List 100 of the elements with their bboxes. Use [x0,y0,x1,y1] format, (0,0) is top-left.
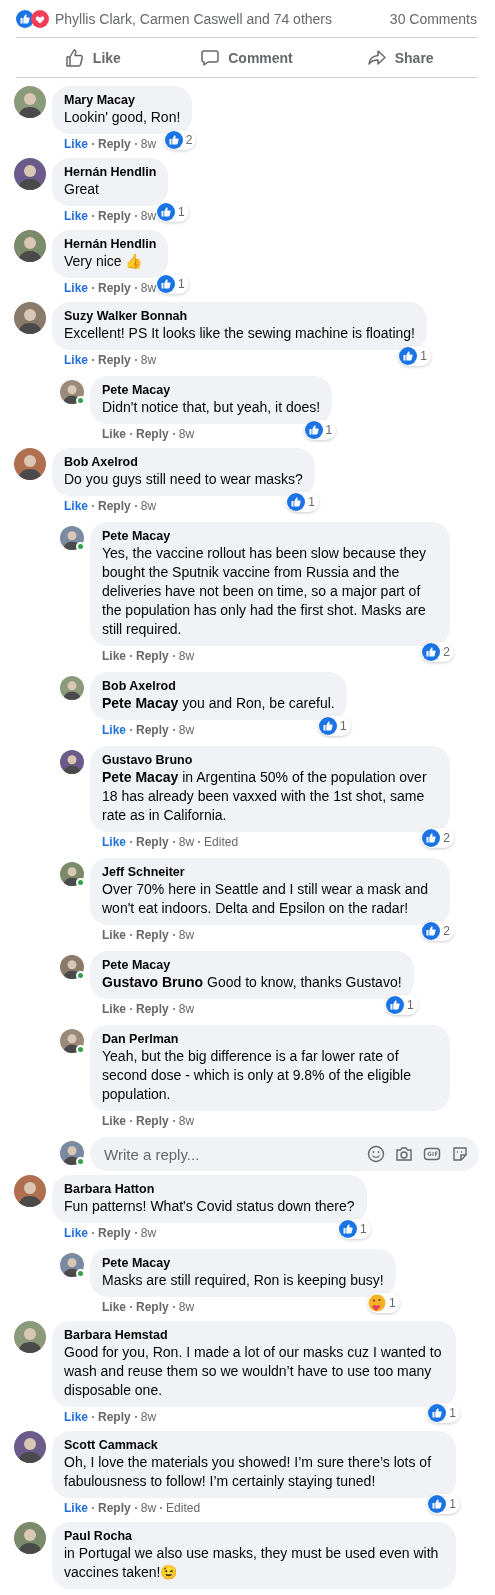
timestamp[interactable]: 8w [140,1410,157,1424]
comment-text: Pete Macay you and Ron, be careful. [102,694,335,713]
camera-icon[interactable] [395,1145,413,1163]
reply-link[interactable]: Reply [98,1501,131,1515]
reply-field[interactable]: Write a reply... [102,1144,357,1164]
author-name[interactable]: Barbara Hemstad [64,1327,444,1343]
like-action-button[interactable]: Like [16,38,170,77]
like-link[interactable]: Like [64,499,88,513]
reaction-count[interactable]: 1 [156,274,189,294]
reply-link[interactable]: Reply [98,137,131,151]
reaction-count[interactable]: 1 [398,346,431,366]
reply-link[interactable]: Reply [136,723,169,737]
timestamp[interactable]: 8w [178,1300,195,1314]
author-name[interactable]: Pete Macay [102,382,321,398]
emoji-icon[interactable] [367,1145,385,1163]
like-link[interactable]: Like [64,1226,88,1240]
timestamp[interactable]: 8w [178,928,195,942]
edited-label: Edited [204,835,239,849]
comment-text: Fun patterns! What's Covid status down there? [64,1197,355,1216]
author-name[interactable]: Bob Axelrod [64,454,303,470]
timestamp[interactable]: 8w [140,137,157,151]
author-name[interactable]: Pete Macay [102,528,438,544]
reaction-count[interactable]: 2 [421,828,454,848]
reaction-count[interactable]: 1 [427,1494,460,1514]
like-link[interactable]: Like [102,835,126,849]
comments-count[interactable]: 30 Comments [389,10,477,27]
reply-composer[interactable]: Write a reply... [90,1137,479,1171]
reaction-count[interactable]: 1 [286,492,319,512]
reaction-count[interactable]: 1 [367,1293,400,1313]
reaction-count[interactable]: 1 [337,1219,371,1239]
author-name[interactable]: Jeff Schneiter [102,864,438,880]
reaction-count[interactable]: 1 [427,1403,460,1423]
reaction-count[interactable]: 1 [303,420,337,440]
timestamp[interactable]: 8w [140,1501,157,1515]
like-link[interactable]: Like [102,723,126,737]
reply-link[interactable]: Reply [136,1300,169,1314]
reply-link[interactable]: Reply [136,427,169,441]
reply-link[interactable]: Reply [98,1410,131,1424]
author-name[interactable]: Hernán Hendlin [64,164,157,180]
reply-link[interactable]: Reply [98,1226,131,1240]
reaction-count[interactable]: 2 [421,642,454,662]
online-dot [76,1045,85,1054]
author-name[interactable]: Mary Macay [64,92,181,108]
timestamp[interactable]: 8w [140,1226,157,1240]
comment-action-button[interactable]: Comment [169,38,324,77]
like-link[interactable]: Like [102,1002,126,1016]
reply-link[interactable]: Reply [98,281,131,295]
like-link[interactable]: Like [64,281,88,295]
like-link[interactable]: Like [64,209,88,223]
like-icon [338,1220,357,1238]
timestamp[interactable]: 8w [178,1002,195,1016]
author-name[interactable]: Hernán Hendlin [64,236,157,252]
reactors-names[interactable]: Phyllis Clark, Carmen Caswell and 74 others [55,10,390,27]
reply-link[interactable]: Reply [136,1114,169,1128]
author-name[interactable]: Paul Rocha [64,1528,444,1544]
reaction-count[interactable]: 2 [421,921,454,941]
like-link[interactable]: Like [102,1300,126,1314]
like-link[interactable]: Like [102,928,126,942]
timestamp[interactable]: 8w [140,499,157,513]
like-link[interactable]: Like [64,1501,88,1515]
reply-link[interactable]: Reply [136,649,169,663]
like-link[interactable]: Like [64,137,88,151]
comment-text: Great [64,180,100,199]
like-link[interactable]: Like [64,353,88,367]
speech-bubble-icon [200,47,221,68]
reaction-count[interactable]: 2 [163,130,197,150]
author-name[interactable]: Pete Macay [102,1255,384,1271]
timestamp[interactable]: 8w [178,427,195,441]
comment-text: Gustavo Bruno Good to know, thanks Gustavo! [102,973,402,992]
like-link[interactable]: Like [102,427,126,441]
timestamp[interactable]: 8w [140,281,157,295]
gif-icon[interactable] [423,1145,441,1163]
like-link[interactable]: Like [102,649,126,663]
share-action-button[interactable]: Share [323,38,477,77]
timestamp[interactable]: 8w [140,353,157,367]
author-name[interactable]: Suzy Walker Bonnah [64,308,415,324]
reply-link[interactable]: Reply [136,835,169,849]
reply-link[interactable]: Reply [136,1002,169,1016]
author-name[interactable]: Bob Axelrod [102,678,335,694]
reaction-count[interactable]: 1 [156,202,189,222]
author-name[interactable]: Gustavo Bruno [102,752,438,768]
timestamp[interactable]: 8w [140,209,157,223]
reply-link[interactable]: Reply [98,353,131,367]
reply-link[interactable]: Reply [98,499,131,513]
timestamp[interactable]: 8w [178,1114,195,1128]
reply-link[interactable]: Reply [136,928,169,942]
author-name[interactable]: Pete Macay [102,957,402,973]
reply-link[interactable]: Reply [98,209,131,223]
reaction-count[interactable]: 1 [318,716,351,736]
timestamp[interactable]: 8w [178,723,195,737]
author-name[interactable]: Dan Perlman [102,1031,438,1047]
timestamp[interactable]: 8w [178,835,195,849]
like-icon [164,131,183,149]
like-link[interactable]: Like [102,1114,126,1128]
reaction-count[interactable]: 1 [384,995,418,1015]
author-name[interactable]: Scott Cammack [64,1437,444,1453]
sticker-icon[interactable] [451,1145,469,1163]
like-link[interactable]: Like [64,1410,88,1424]
author-name[interactable]: Barbara Hatton [64,1181,355,1197]
timestamp[interactable]: 8w [178,649,195,663]
